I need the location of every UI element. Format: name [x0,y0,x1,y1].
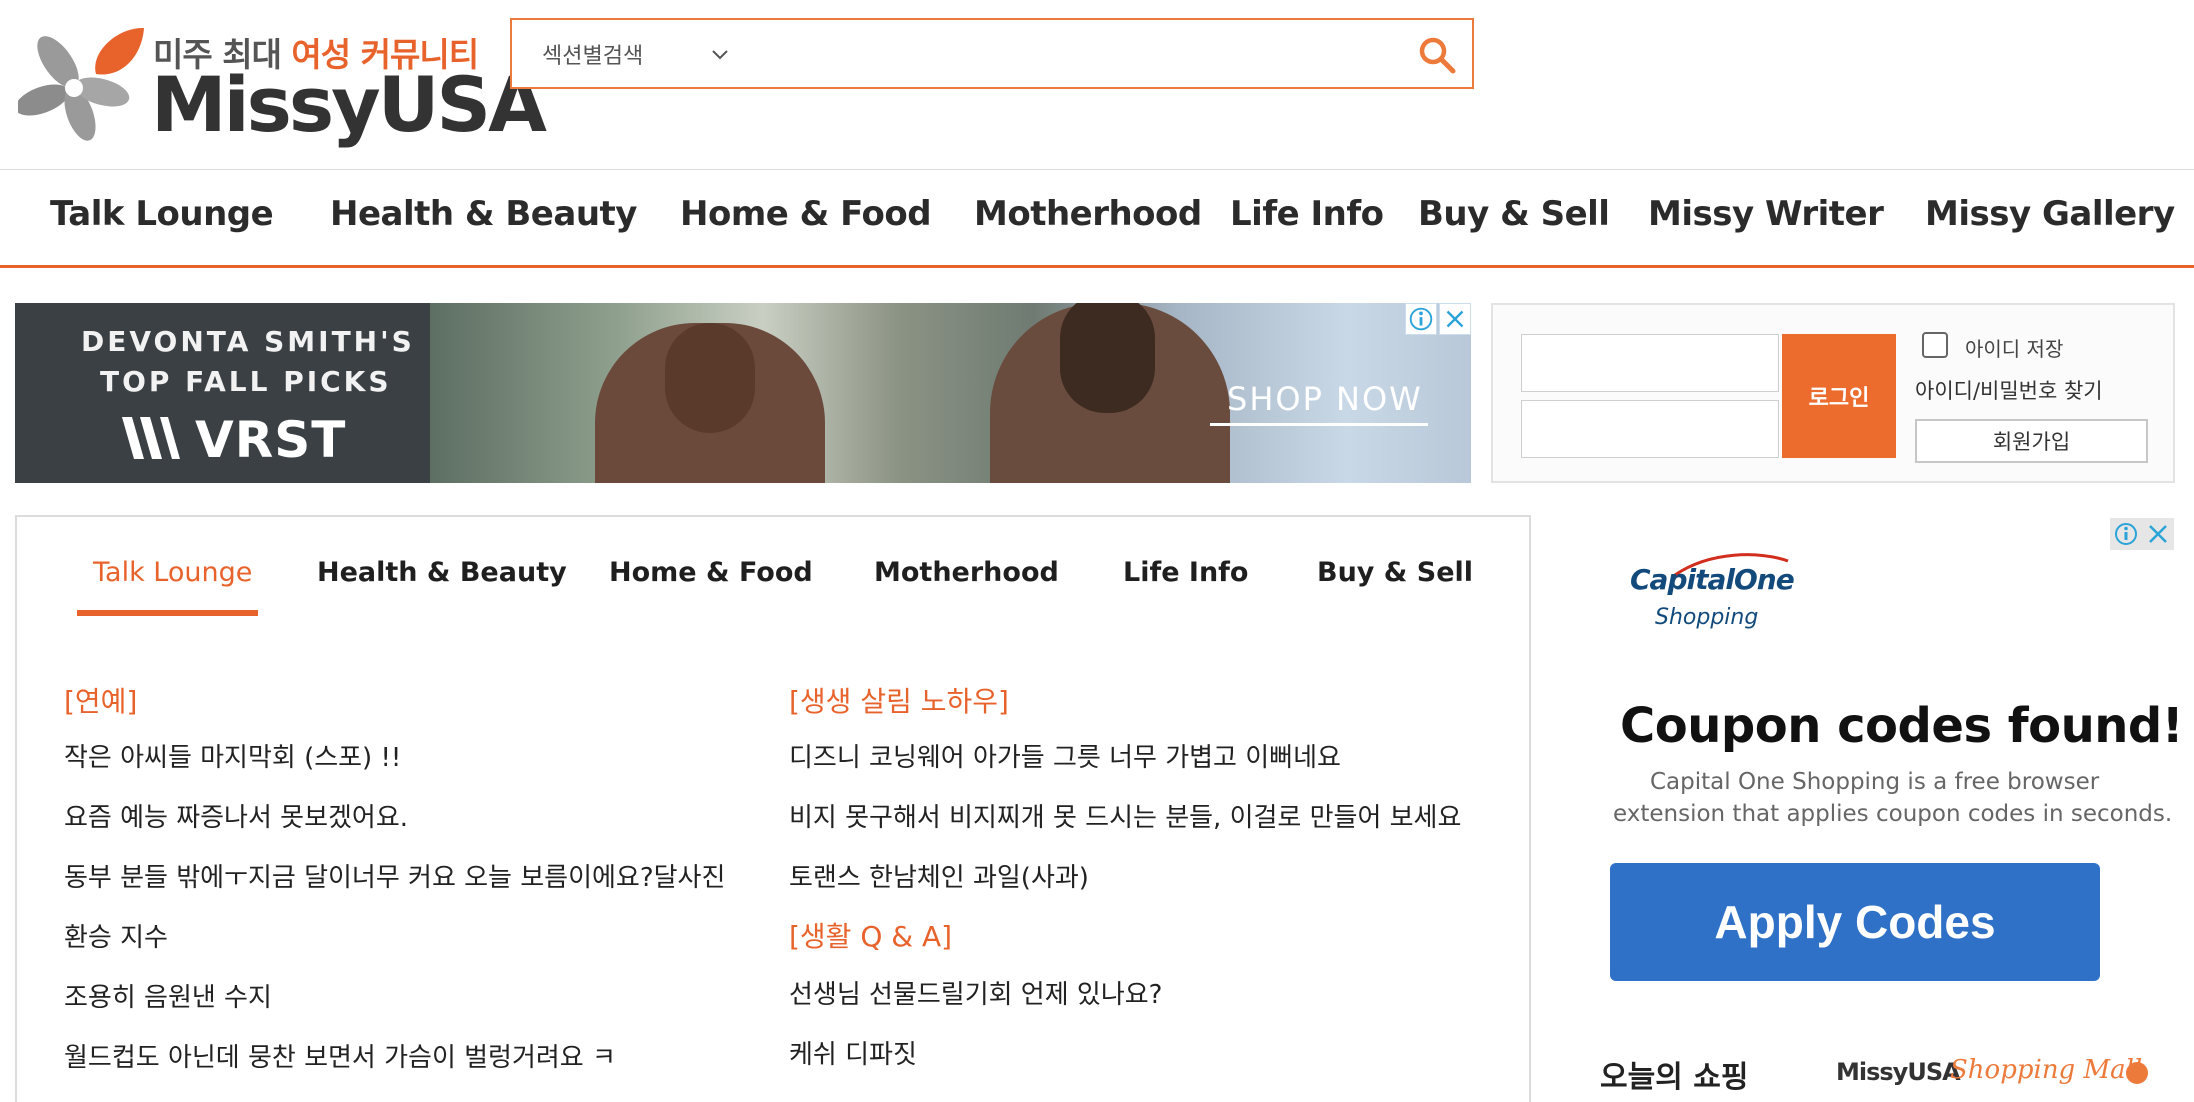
ad-model-2 [990,303,1230,483]
active-tab-indicator [77,610,258,616]
tab-health-beauty[interactable]: Health & Beauty [317,557,567,588]
search-input[interactable] [752,30,1392,78]
tab-life-info[interactable]: Life Info [1123,557,1248,588]
post-link[interactable]: 토랜스 한남체인 과일(사과) [789,857,1089,894]
ad-line-2: TOP FALL PICKS [100,365,392,398]
nav-health-beauty[interactable]: Health & Beauty [330,194,637,234]
tab-talk-lounge[interactable]: Talk Lounge [93,557,252,588]
shopping-mall-arrow-icon[interactable] [2126,1062,2148,1084]
ad-model-1 [595,323,825,483]
ad-close-icon[interactable] [1439,303,1471,335]
capital-one-ad[interactable]: CapitalOne Shopping Coupon codes found! … [1540,515,2194,1035]
password-field[interactable] [1521,400,1779,458]
ad-info-icon[interactable] [1405,303,1437,335]
post-link[interactable]: 선생님 선물드릴기회 언제 있나요? [789,974,1162,1011]
tab-home-food[interactable]: Home & Food [609,557,813,588]
post-link[interactable]: 비지 못구해서 비지찌개 못 드시는 분들, 이걸로 만들어 보세요 [789,797,1461,834]
category-heading-life-qa[interactable]: [생활 Q & A] [789,915,952,955]
nav-missy-gallery[interactable]: Missy Gallery [1925,194,2175,234]
search-section-select[interactable]: 섹션별검색 [542,38,643,70]
save-id-checkbox[interactable] [1922,332,1948,358]
main-nav: Talk Lounge Health & Beauty Home & Food … [0,170,2194,268]
post-link[interactable]: 요즘 예능 짜증나서 못보겠어요. [64,797,408,834]
apply-codes-button[interactable]: Apply Codes [1610,863,2100,981]
ad-text-panel: DEVONTA SMITH'S TOP FALL PICKS VRST [15,303,430,483]
post-link[interactable]: 케쉬 디파짓 [789,1034,917,1071]
username-field[interactable] [1521,334,1779,392]
shop-now-link[interactable]: SHOP NOW [1227,380,1423,418]
post-link[interactable]: 조용히 음원낸 수지 [64,977,272,1014]
content-panel: Talk Lounge Health & Beauty Home & Food … [15,515,1531,1102]
post-link[interactable]: 월드컵도 아닌데 뭉찬 보면서 가슴이 벌렁거려요 ㅋ [64,1037,616,1074]
nav-buy-sell[interactable]: Buy & Sell [1418,194,1610,234]
ad-brand: VRST [195,411,347,469]
ad-banner[interactable]: DEVONTA SMITH'S TOP FALL PICKS VRST SHOP… [15,303,1471,483]
signup-button[interactable]: 회원가입 [1915,419,2148,463]
ad-headline: Coupon codes found! [1620,698,2184,754]
post-link[interactable]: 환승 지수 [64,917,168,954]
nav-life-info[interactable]: Life Info [1230,194,1384,234]
login-box: 로그인 아이디 저장 아이디/비밀번호 찾기 회원가입 [1491,303,2175,483]
vrst-logo-icon [122,417,180,459]
search-icon[interactable] [1416,34,1458,76]
post-link[interactable]: 디즈니 코닝웨어 아가들 그릇 너무 가볍고 이뻐네요 [789,737,1341,774]
tab-buy-sell[interactable]: Buy & Sell [1317,557,1473,588]
nav-talk-lounge[interactable]: Talk Lounge [50,194,274,234]
shopping-mall-brand[interactable]: MissyUSA [1836,1058,1961,1086]
nav-motherhood[interactable]: Motherhood [974,194,1202,234]
post-link[interactable]: 동부 분들 밖에ㅜ지금 달이너무 커요 오늘 보름이에요?달사진 [64,857,725,894]
search-box: 섹션별검색 [510,18,1474,89]
ad-line-1: DEVONTA SMITH'S [81,325,415,358]
capital-one-shopping-label: Shopping [1655,605,1759,630]
ad-description-line-1: Capital One Shopping is a free browser [1650,769,2100,795]
save-id-label: 아이디 저장 [1965,337,2064,361]
nav-missy-writer[interactable]: Missy Writer [1648,194,1884,234]
missyusa-logo[interactable]: 미주 최대 여성 커뮤니티 MissyUSA [18,18,547,149]
capital-one-logo: CapitalOne [1630,563,1795,596]
chevron-down-icon[interactable] [708,42,732,66]
tab-motherhood[interactable]: Motherhood [874,557,1059,588]
ad-description-line-2: extension that applies coupon codes in s… [1613,801,2173,827]
flower-logo-icon [18,27,144,141]
logo-brand: MissyUSA [151,60,547,149]
category-heading-entertainment[interactable]: [연예] [64,680,137,720]
login-button[interactable]: 로그인 [1782,334,1896,458]
todays-shopping-title: 오늘의 쇼핑 [1600,1060,1749,1095]
post-link[interactable]: 작은 아씨들 마지막회 (스포) !! [64,737,401,774]
ad-controls [2110,518,2174,550]
shopping-mall-script[interactable]: Shopping Mall [1950,1055,2142,1085]
nav-home-food[interactable]: Home & Food [680,194,932,234]
find-id-password-link[interactable]: 아이디/비밀번호 찾기 [1915,375,2103,405]
category-heading-household-tips[interactable]: [생생 살림 노하우] [789,680,1009,720]
shop-now-underline [1210,423,1428,426]
